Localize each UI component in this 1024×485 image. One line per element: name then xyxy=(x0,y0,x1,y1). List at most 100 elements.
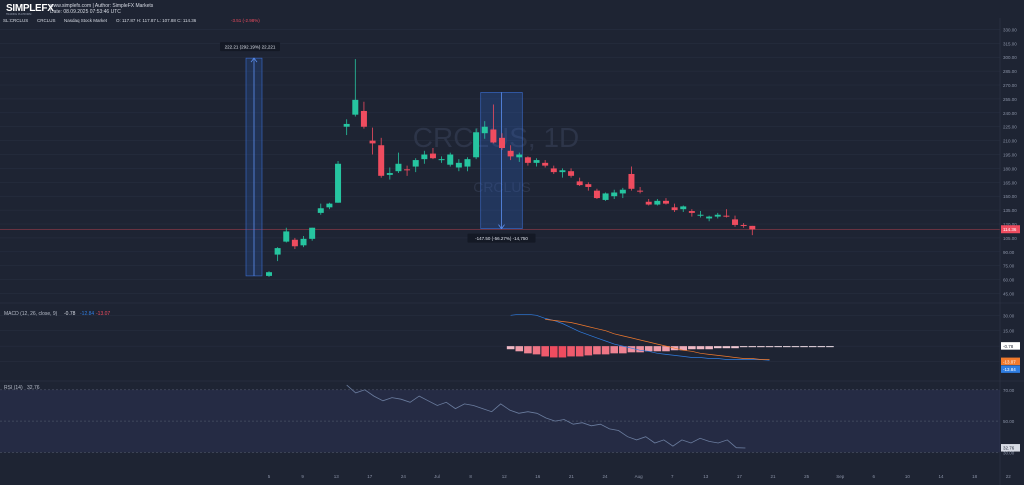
candle-body xyxy=(378,145,385,176)
macd-title: MACD (12, 26, close, 9) xyxy=(4,311,58,317)
macd-value-macd: -12.84 xyxy=(80,311,94,317)
price-tick-label: 150.00 xyxy=(1003,194,1017,199)
candle-body xyxy=(438,159,445,161)
candle-body xyxy=(628,173,635,189)
candle-body xyxy=(662,200,669,204)
time-tick-label: 17 xyxy=(367,474,373,479)
candle-body xyxy=(291,239,298,247)
candle-body xyxy=(568,171,575,176)
time-tick-label: 13 xyxy=(334,474,340,479)
candle-body xyxy=(516,154,523,158)
current-price-label: 114.36 xyxy=(1003,227,1017,232)
macd-value-main: -0.78 xyxy=(64,311,76,317)
time-tick-label: Jul xyxy=(434,474,440,479)
macd-histogram-bar xyxy=(506,346,515,350)
candle-body xyxy=(645,201,652,205)
time-tick-label: 24 xyxy=(602,474,608,479)
measure-down-label: -147.50 (-56.27%) -14,750 xyxy=(475,236,528,241)
candle-body xyxy=(637,190,644,192)
macd-value-signal: -13.07 xyxy=(96,311,110,317)
macd-histogram-bar xyxy=(713,346,722,349)
rsi-tick-label: 50.00 xyxy=(1003,419,1015,424)
macd-tick-label: 15.00 xyxy=(1003,329,1015,334)
price-tick-label: 45.00 xyxy=(1003,292,1015,297)
candle-body xyxy=(732,219,739,225)
macd-histogram-bar xyxy=(532,346,541,355)
macd-histogram-bar xyxy=(688,346,696,350)
macd-histogram-bar xyxy=(567,346,575,357)
candle-body xyxy=(473,132,480,158)
candle-body xyxy=(343,123,350,127)
price-tick-label: 240.00 xyxy=(1003,111,1017,116)
macd-histogram-bar xyxy=(515,346,524,352)
candle-body xyxy=(360,110,367,127)
price-tick-label: 165.00 xyxy=(1003,180,1017,185)
candle-body xyxy=(654,200,661,205)
price-tick-label: 300.00 xyxy=(1003,55,1017,60)
candle-body xyxy=(542,162,549,166)
macd-histogram-bar xyxy=(748,346,757,348)
candle-body xyxy=(619,189,626,194)
candle-body xyxy=(611,192,618,197)
candle-body xyxy=(335,163,342,203)
candle-body xyxy=(352,99,359,115)
time-tick-label: 18 xyxy=(972,474,978,479)
candle-body xyxy=(490,129,497,143)
candle-body xyxy=(274,248,281,255)
price-tick-label: 60.00 xyxy=(1003,278,1015,283)
macd-histogram-bar xyxy=(765,346,774,348)
time-tick-label: 21 xyxy=(770,474,776,479)
price-tick-label: 75.00 xyxy=(1003,264,1015,269)
candle-body xyxy=(317,208,324,213)
macd-histogram-bar xyxy=(558,346,567,358)
price-tick-label: 255.00 xyxy=(1003,97,1017,102)
candle-body xyxy=(524,157,531,163)
measure-up-label: 222.21 (292.19%) 22,221 xyxy=(225,44,276,49)
chart-canvas[interactable]: CRCLUS, 1D CRCLUS 222.21 (292.19%) 22,22… xyxy=(0,0,1024,485)
candle-body xyxy=(593,190,600,199)
time-tick-label: 21 xyxy=(569,474,575,479)
macd-histogram-bar xyxy=(627,346,636,353)
macd-histogram-bar xyxy=(601,346,610,355)
price-tick-label: 135.00 xyxy=(1003,208,1017,213)
macd-histogram-bar xyxy=(541,346,549,357)
time-tick-label: Sep xyxy=(836,474,845,479)
macd-histogram-bar xyxy=(705,346,713,350)
time-tick-label: Aug xyxy=(635,474,644,479)
candle-body xyxy=(421,154,428,160)
macd-histogram-bar xyxy=(808,346,817,348)
macd-axis-label: -13.07 xyxy=(1003,359,1016,364)
candle-body xyxy=(749,225,756,230)
candle-body xyxy=(309,227,316,239)
macd-histogram-bar xyxy=(524,346,532,354)
candle-body xyxy=(585,184,592,187)
price-tick-label: 285.00 xyxy=(1003,69,1017,74)
macd-histogram-bar xyxy=(636,346,644,353)
time-tick-label: 10 xyxy=(905,474,911,479)
macd-histogram-bar xyxy=(774,346,782,348)
candle-body xyxy=(688,211,695,213)
rsi-tick-label: 70.00 xyxy=(1003,388,1015,393)
macd-histogram-bar xyxy=(826,346,834,348)
rsi-value: 32.76 xyxy=(27,385,40,391)
time-tick-label: 25 xyxy=(804,474,810,479)
macd-histogram-bar xyxy=(722,346,731,349)
macd-histogram-bar xyxy=(575,346,584,357)
macd-histogram-bar xyxy=(739,346,748,348)
rsi-panel: 70.0050.0030.0032.76 xyxy=(0,380,1024,455)
time-tick-label: 13 xyxy=(703,474,709,479)
candle-body xyxy=(740,224,747,226)
candle-body xyxy=(602,193,609,200)
macd-axis-label: -0.78 xyxy=(1003,344,1014,349)
macd-histogram-bar xyxy=(817,346,826,348)
price-axis: 330.00 315.00 300.00 285.00 270.00 255.00 240.… xyxy=(999,18,1020,485)
price-tick-label: 315.00 xyxy=(1003,41,1017,46)
candle-body xyxy=(412,160,419,167)
price-tick-label: 225.00 xyxy=(1003,125,1017,130)
candle-body xyxy=(671,207,678,211)
macd-histogram-bar xyxy=(610,346,618,354)
candle-body xyxy=(395,163,402,172)
candle-body xyxy=(481,126,488,134)
macd-histogram-bar xyxy=(757,346,765,348)
macd-tick-label: 30.00 xyxy=(1003,313,1015,318)
